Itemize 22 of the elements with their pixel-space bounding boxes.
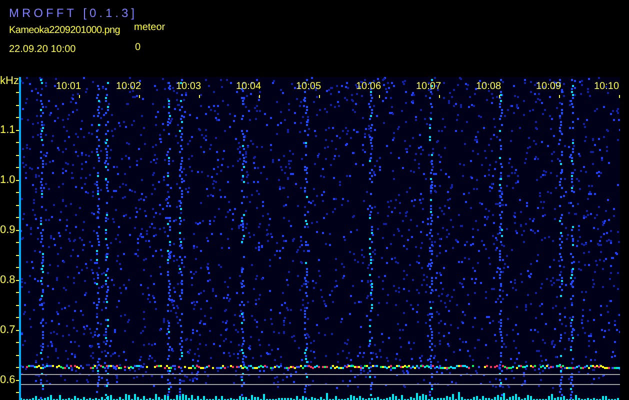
- file-name: Kameoka2209201000.png: [9, 25, 120, 36]
- frequency-label: 0.8: [0, 274, 16, 286]
- time-label: 10:06: [356, 81, 382, 93]
- time-label: 10:10: [594, 81, 620, 93]
- time-label: 10:07: [416, 81, 442, 93]
- date-time: 22.09.20 10:00: [9, 44, 76, 55]
- app-title: MROFFT [0.1.3]: [9, 6, 138, 20]
- time-label: 10:02: [116, 81, 142, 93]
- time-label: 10:09: [536, 81, 562, 93]
- time-label: 10:01: [56, 81, 82, 93]
- meteor-label: meteor: [134, 22, 166, 33]
- time-label: 10:04: [236, 81, 262, 93]
- frequency-label: 0.9: [0, 224, 16, 236]
- frequency-label: 1.0: [0, 174, 16, 186]
- frequency-label: 0.7: [0, 324, 16, 336]
- frequency-label: 1.1: [0, 124, 16, 136]
- frequency-label: 0.6: [0, 374, 16, 386]
- time-label: 10:03: [176, 81, 202, 93]
- time-label: 10:08: [476, 81, 502, 93]
- time-label: 10:05: [296, 81, 322, 93]
- axis-unit: kHz: [0, 75, 19, 87]
- meteor-count: 0: [135, 41, 141, 55]
